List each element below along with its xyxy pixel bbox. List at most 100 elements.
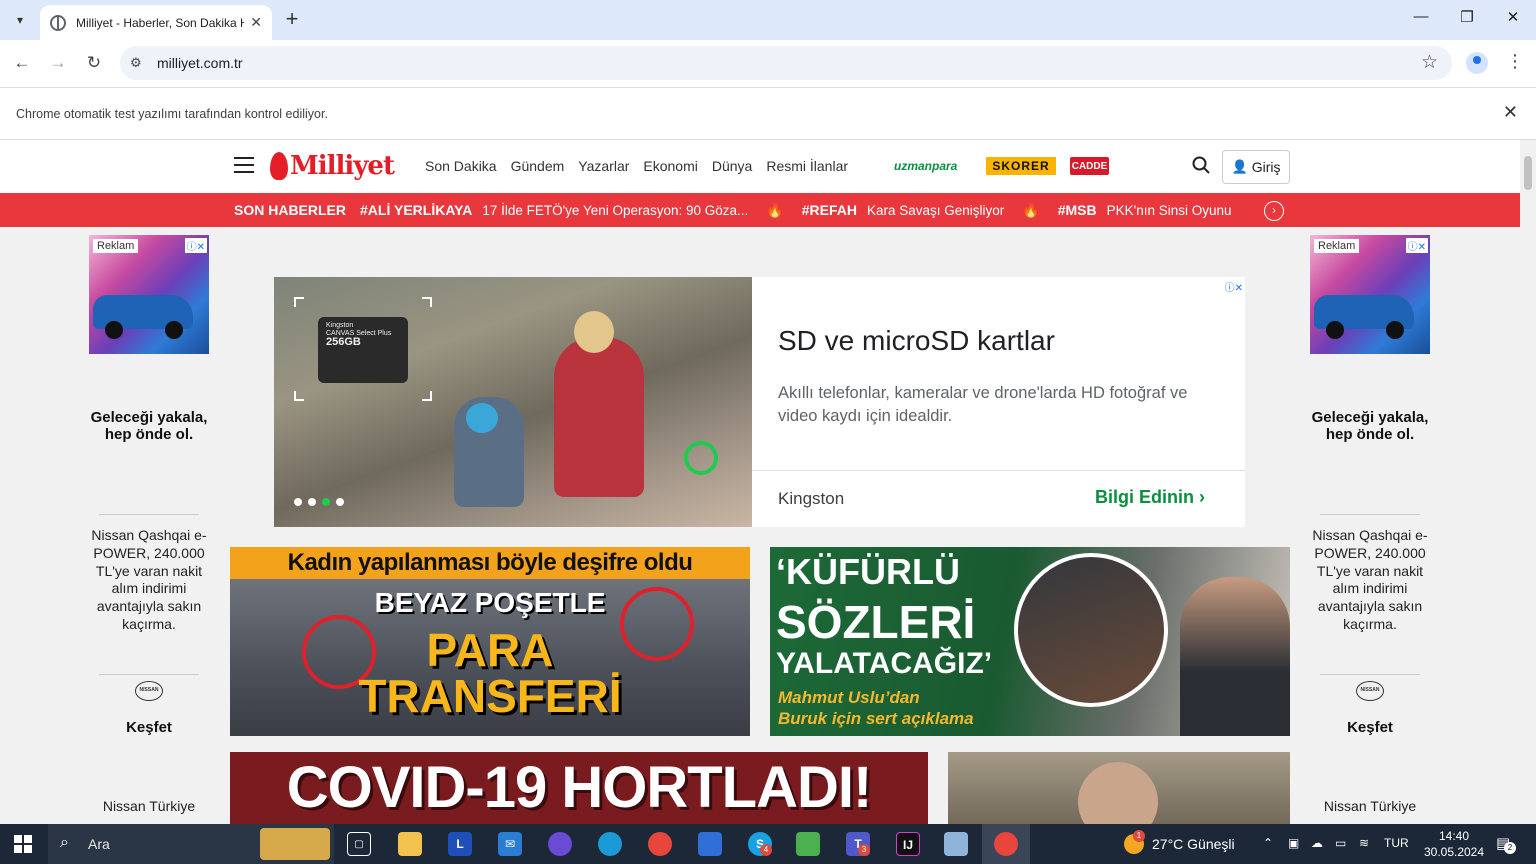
nav-dunya[interactable]: Dünya: [712, 158, 752, 174]
user-icon: 👤: [1231, 159, 1248, 174]
tab-close-icon[interactable]: ✕: [250, 14, 262, 31]
active-tab[interactable]: Milliyet - Haberler, Son Dakika Haberler…: [40, 5, 272, 40]
ad-advertiser[interactable]: Nissan Türkiye: [89, 798, 209, 814]
card-headline: COVID-19 HORTLADI!: [286, 755, 873, 820]
carousel-dots[interactable]: [294, 498, 350, 506]
edge-icon[interactable]: [598, 832, 622, 856]
language-indicator[interactable]: TUR: [1384, 836, 1409, 850]
side-ad-left[interactable]: Reklam ⓘ✕ Geleceği yakala, hep önde ol. …: [89, 235, 209, 824]
meet-icon[interactable]: ▣: [1288, 836, 1299, 850]
nav-son-dakika[interactable]: Son Dakika: [425, 158, 497, 174]
ad-advertiser[interactable]: Nissan Türkiye: [1310, 798, 1430, 814]
tab-search-chevron-icon[interactable]: ▾: [8, 8, 32, 32]
reload-button[interactable]: ↻: [82, 51, 106, 75]
chrome-active-icon[interactable]: [994, 832, 1018, 856]
side-ad-right[interactable]: Reklam ⓘ✕ Geleceği yakala, hep önde ol. …: [1310, 235, 1430, 824]
login-label: Giriş: [1251, 159, 1281, 175]
notes-icon[interactable]: [944, 832, 968, 856]
site-info-icon[interactable]: ⚙: [130, 55, 142, 71]
ticker-headline[interactable]: 17 İlde FETÖ'ye Yeni Operasyon: 90 Göza.…: [482, 203, 748, 218]
profile-icon[interactable]: [1466, 52, 1488, 74]
banner-headline[interactable]: SD ve microSD kartlar: [778, 325, 1055, 357]
banner-cta-button[interactable]: Bilgi Edinin ›: [1095, 487, 1205, 508]
briefcase-icon[interactable]: [260, 828, 330, 860]
intellij-icon[interactable]: IJ: [896, 832, 920, 856]
ticker-headline[interactable]: PKK'nın Sinsi Oyunu: [1107, 203, 1232, 218]
restore-button[interactable]: ❐: [1452, 8, 1482, 32]
clock[interactable]: 14:40 30.05.2024: [1420, 828, 1488, 860]
ticker-next-icon[interactable]: ›: [1264, 201, 1284, 221]
chevron-up-icon[interactable]: ⌃: [1263, 836, 1273, 850]
ticker-tag[interactable]: #REFAH: [802, 202, 857, 218]
windows-start-icon[interactable]: [14, 835, 32, 853]
flame-icon: [270, 152, 288, 180]
ticker-headline[interactable]: Kara Savaşı Genişliyor: [867, 203, 1004, 218]
photo-app-icon[interactable]: [796, 832, 820, 856]
nav-resmi-ilanlar[interactable]: Resmi İlanlar: [766, 158, 848, 174]
tab-title: Milliyet - Haberler, Son Dakika Haberler…: [76, 15, 244, 30]
app-l-icon[interactable]: L: [448, 832, 472, 856]
onedrive-icon[interactable]: ☁: [1311, 836, 1323, 850]
new-tab-button[interactable]: +: [280, 8, 304, 32]
address-bar[interactable]: ⚙ milliyet.com.tr ☆: [120, 46, 1452, 80]
ad-headline[interactable]: Geleceği yakala, hep önde ol.: [1310, 409, 1430, 443]
cadde-logo[interactable]: CADDE: [1070, 157, 1109, 175]
taskbar-search[interactable]: ⌕ Ara: [48, 824, 334, 864]
divider: [1320, 514, 1420, 515]
nissan-logo-icon: NISSAN: [135, 681, 163, 701]
ad-cta-button[interactable]: Keşfet: [89, 719, 209, 736]
nav-yazarlar[interactable]: Yazarlar: [578, 158, 629, 174]
divider: [99, 674, 199, 675]
taskbar-search-placeholder: Ara: [88, 836, 110, 852]
adchoices-icon[interactable]: ⓘ✕: [1405, 238, 1428, 253]
clock-time: 14:40: [1438, 829, 1470, 843]
web-page: Milliyet Son Dakika Gündem Yazarlar Ekon…: [0, 140, 1520, 824]
clock-date: 30.05.2024: [1423, 845, 1485, 859]
skorer-logo[interactable]: SKORER: [986, 157, 1056, 175]
banner-body[interactable]: Akıllı telefonlar, kameralar ve drone'la…: [778, 382, 1218, 428]
ad-description[interactable]: Nissan Qashqai e-POWER, 240.000 TL'ye va…: [1310, 527, 1430, 634]
adchoices-icon[interactable]: ⓘ✕: [1225, 279, 1243, 294]
news-card-covid[interactable]: COVID-19 HORTLADI!: [230, 752, 928, 824]
kebab-menu-icon[interactable]: ⋮: [1506, 51, 1524, 72]
ticker-tag[interactable]: #ALİ YERLİKAYA: [360, 202, 472, 218]
bookmark-star-icon[interactable]: ☆: [1421, 51, 1438, 74]
search-icon[interactable]: [1192, 156, 1210, 174]
ad-description[interactable]: Nissan Qashqai e-POWER, 240.000 TL'ye va…: [89, 527, 209, 634]
nav-ekonomi[interactable]: Ekonomi: [643, 158, 697, 174]
login-button[interactable]: 👤 Giriş: [1222, 150, 1290, 184]
banner-brand[interactable]: Kingston: [778, 489, 844, 509]
file-explorer-icon[interactable]: [398, 832, 422, 856]
adchoices-icon[interactable]: ⓘ✕: [184, 238, 207, 253]
uzmanpara-logo[interactable]: uzmanpara: [894, 157, 957, 175]
kingston-banner-ad[interactable]: Kingston CANVAS Select Plus 256GB ⓘ✕ SD …: [274, 277, 1245, 527]
ad-photo[interactable]: Kingston CANVAS Select Plus 256GB: [274, 277, 752, 527]
windows-taskbar: ⌕ Ara ▢ L ✉ S 4 T 3 IJ 27°C Güneşli 1 ⌃ …: [0, 824, 1536, 864]
task-view-icon[interactable]: ▢: [347, 832, 371, 856]
ticker-tag[interactable]: #MSB: [1058, 202, 1097, 218]
news-card-para-transferi[interactable]: Kadın yapılanması böyle deşifre oldu BEY…: [230, 547, 750, 736]
nav-gundem[interactable]: Gündem: [511, 158, 565, 174]
chrome-icon[interactable]: [648, 832, 672, 856]
news-card-mahmut-uslu[interactable]: ‘KÜFÜRLÜ SÖZLERİ YALATACAĞIZ’ Mahmut Usl…: [770, 547, 1290, 736]
url-text[interactable]: milliyet.com.tr: [157, 55, 243, 71]
ad-creative-image[interactable]: Reklam ⓘ✕: [1310, 235, 1430, 354]
infobar-close-icon[interactable]: ✕: [1503, 102, 1518, 123]
back-button[interactable]: ←: [10, 51, 34, 75]
wifi-icon[interactable]: ≋: [1359, 836, 1369, 850]
battery-icon[interactable]: ▭: [1335, 836, 1346, 850]
ad-headline[interactable]: Geleceği yakala, hep önde ol.: [89, 409, 209, 443]
page-scrollbar[interactable]: [1520, 140, 1536, 824]
hamburger-menu-icon[interactable]: [234, 157, 254, 173]
news-card-photo[interactable]: [948, 752, 1290, 824]
mail-icon[interactable]: ✉: [498, 832, 522, 856]
forward-button[interactable]: →: [46, 51, 70, 75]
milliyet-logo[interactable]: Milliyet: [270, 149, 395, 183]
minimize-button[interactable]: —: [1406, 8, 1436, 32]
close-window-button[interactable]: ✕: [1498, 8, 1528, 32]
store-icon[interactable]: [698, 832, 722, 856]
copilot-icon[interactable]: [548, 832, 572, 856]
inset-photo: [1014, 553, 1168, 707]
ad-cta-button[interactable]: Keşfet: [1310, 719, 1430, 736]
ad-creative-image[interactable]: Reklam ⓘ✕: [89, 235, 209, 354]
